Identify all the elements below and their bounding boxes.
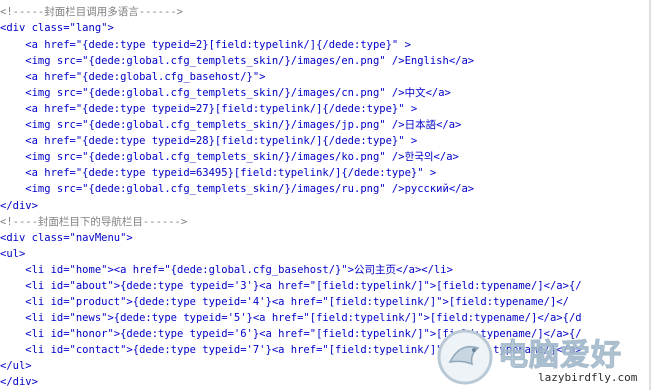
code-line: </div> bbox=[0, 200, 38, 212]
code-line: <a href="{dede:type typeid=27}[field:typ… bbox=[0, 103, 418, 115]
code-line: <div class="lang"> bbox=[0, 22, 114, 34]
code-line: <img src="{dede:global.cfg_templets_skin… bbox=[0, 151, 459, 163]
comment-line: <!----封面栏目下的导航栏目------> bbox=[0, 216, 188, 228]
code-line: <a href="{dede:type typeid=28}[field:typ… bbox=[0, 135, 418, 147]
code-line: <li id="product">{dede:type typeid='4'}<… bbox=[0, 296, 569, 308]
code-line: <img src="{dede:global.cfg_templets_skin… bbox=[0, 55, 475, 67]
bird-logo-icon bbox=[437, 329, 493, 385]
watermark-url: lazybirdfly.com bbox=[536, 371, 640, 384]
comment-line: <!-----封面栏目调用多语言------> bbox=[0, 6, 184, 18]
code-line: <li id="home"><a href="{dede:global.cfg_… bbox=[0, 264, 453, 276]
code-line: <div class="navMenu"> bbox=[0, 232, 133, 244]
watermark-logo-text: 电脑爱好 bbox=[498, 338, 622, 374]
code-line: <li id="about">{dede:type typeid='3'}<a … bbox=[0, 280, 582, 292]
code-line: <a href="{dede:type typeid=2}[field:type… bbox=[0, 39, 411, 51]
code-line: <img src="{dede:global.cfg_templets_skin… bbox=[0, 119, 462, 131]
code-line: <img src="{dede:global.cfg_templets_skin… bbox=[0, 87, 451, 99]
code-line: <a href="{dede:global.cfg_basehost/}"> bbox=[0, 71, 266, 83]
code-line: <img src="{dede:global.cfg_templets_skin… bbox=[0, 183, 475, 195]
code-line: <li id="news">{dede:type typeid='5'}<a h… bbox=[0, 312, 582, 324]
watermark: 电脑爱好 lazybirdfly.com bbox=[436, 326, 651, 390]
code-line: <ul> bbox=[0, 248, 26, 260]
code-line: <a href="{dede:type typeid=63495}[field:… bbox=[0, 167, 437, 179]
